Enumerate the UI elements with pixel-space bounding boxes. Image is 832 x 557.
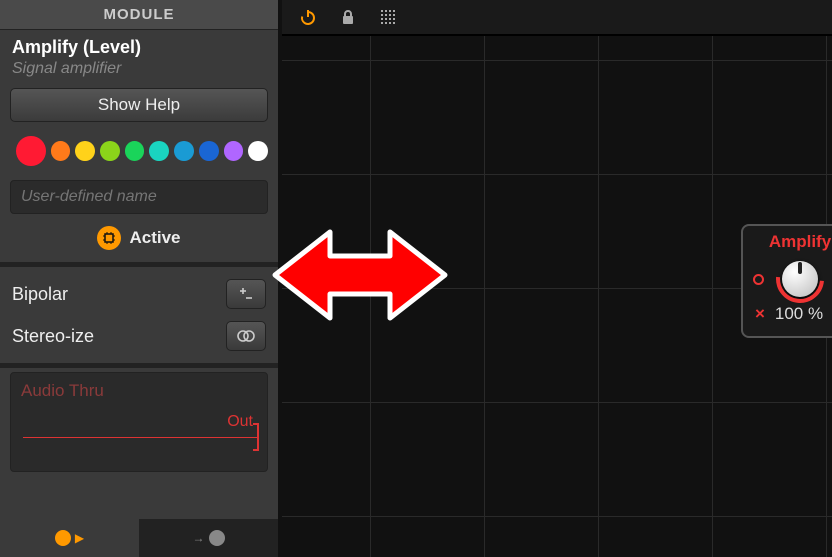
canvas-toolbar bbox=[282, 0, 832, 36]
chip-icon bbox=[97, 226, 121, 250]
color-swatch-0[interactable] bbox=[16, 136, 46, 166]
color-swatch-2[interactable] bbox=[75, 141, 95, 161]
grid-icon[interactable] bbox=[378, 7, 398, 27]
audio-thru-label: Audio Thru bbox=[21, 381, 257, 401]
input-port[interactable] bbox=[753, 274, 764, 285]
module-panel: MODULE Amplify (Level) Signal amplifier … bbox=[0, 0, 282, 557]
panel-header: MODULE bbox=[0, 0, 278, 30]
color-swatch-3[interactable] bbox=[100, 141, 120, 161]
tab-knob-out[interactable]: ▶ bbox=[0, 519, 139, 557]
arrow-right-icon: → bbox=[193, 531, 205, 545]
out-line bbox=[23, 437, 257, 438]
close-node-icon[interactable]: × bbox=[755, 304, 765, 324]
active-label: Active bbox=[129, 228, 180, 248]
active-toggle[interactable]: Active bbox=[0, 222, 278, 262]
color-swatch-4[interactable] bbox=[125, 141, 145, 161]
tab-arrow-knob[interactable]: → bbox=[139, 519, 278, 557]
knob-indicator bbox=[798, 262, 802, 274]
user-name-input[interactable] bbox=[10, 180, 268, 214]
canvas-area[interactable]: Amplify × 100 % bbox=[282, 0, 832, 557]
out-label: Out bbox=[227, 413, 253, 431]
color-swatch-8[interactable] bbox=[224, 141, 244, 161]
out-bracket bbox=[253, 423, 259, 451]
stereoize-toggle-button[interactable] bbox=[226, 321, 266, 351]
knob-arc bbox=[766, 245, 832, 313]
lock-icon[interactable] bbox=[338, 7, 358, 27]
color-swatch-7[interactable] bbox=[199, 141, 219, 161]
audio-thru-block[interactable]: Audio Thru Out bbox=[10, 372, 268, 472]
level-knob[interactable] bbox=[782, 261, 818, 297]
plus-minus-icon bbox=[238, 286, 254, 302]
stereo-icon bbox=[235, 329, 257, 343]
power-icon[interactable] bbox=[298, 7, 318, 27]
color-swatch-6[interactable] bbox=[174, 141, 194, 161]
divider bbox=[0, 363, 278, 368]
arrow-right-icon: ▶ bbox=[75, 531, 84, 545]
param-stereoize-label: Stereo-ize bbox=[12, 326, 94, 347]
module-info: Amplify (Level) Signal amplifier bbox=[0, 30, 278, 88]
module-title: Amplify (Level) bbox=[12, 37, 266, 58]
amplify-node[interactable]: Amplify × 100 % bbox=[741, 224, 832, 338]
color-swatch-5[interactable] bbox=[149, 141, 169, 161]
panel-bottom-tabs: ▶ → bbox=[0, 519, 278, 557]
node-value: 100 % bbox=[775, 304, 823, 324]
color-swatch-1[interactable] bbox=[51, 141, 71, 161]
color-swatch-9[interactable] bbox=[248, 141, 268, 161]
knob-icon bbox=[209, 530, 225, 546]
show-help-button[interactable]: Show Help bbox=[10, 88, 268, 122]
node-knob-area bbox=[749, 254, 832, 304]
node-title: Amplify bbox=[749, 232, 832, 252]
param-bipolar-row: Bipolar bbox=[0, 267, 278, 321]
knob-icon bbox=[55, 530, 71, 546]
bipolar-toggle-button[interactable] bbox=[226, 279, 266, 309]
color-swatch-row bbox=[0, 132, 278, 180]
module-subtitle: Signal amplifier bbox=[12, 60, 266, 78]
param-bipolar-label: Bipolar bbox=[12, 284, 68, 305]
param-stereoize-row: Stereo-ize bbox=[0, 321, 278, 363]
